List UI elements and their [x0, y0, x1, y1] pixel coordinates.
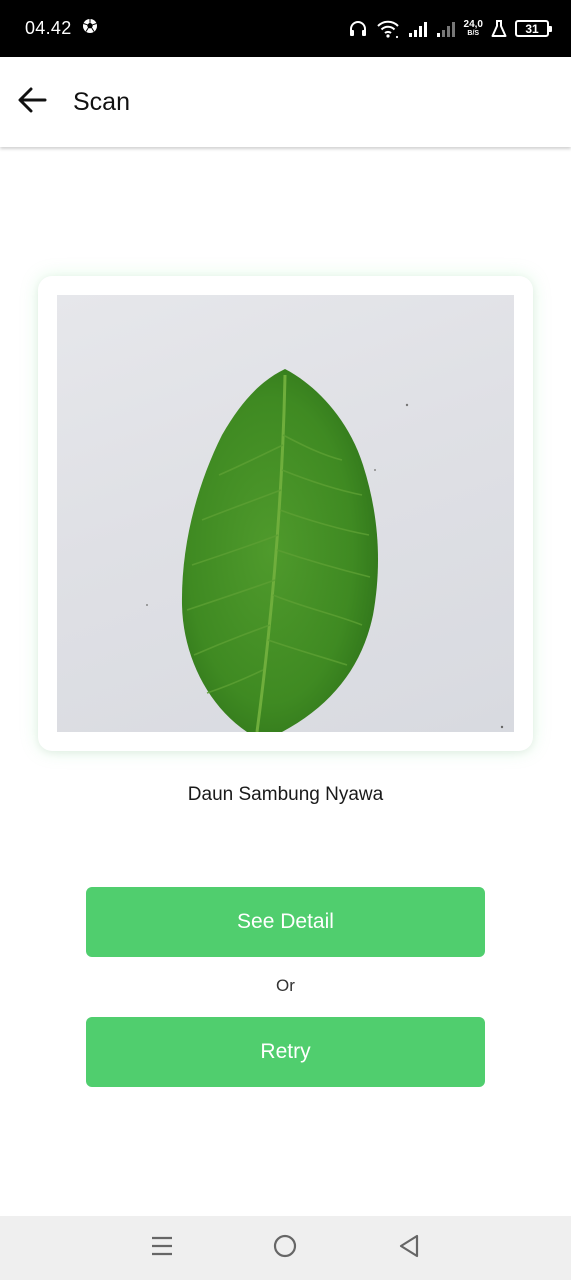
net-speed-unit: B/S — [467, 29, 480, 37]
leaf-photo — [57, 295, 514, 732]
home-button[interactable] — [255, 1216, 315, 1280]
or-label: Or — [276, 976, 295, 995]
system-back-button[interactable] — [379, 1216, 439, 1280]
menu-icon — [151, 1236, 173, 1261]
recent-apps-button[interactable] — [132, 1216, 192, 1280]
headphones-icon — [348, 19, 368, 39]
back-button[interactable] — [0, 57, 64, 147]
app-bar: Scan — [0, 57, 571, 147]
wifi-icon — [376, 19, 400, 39]
home-circle-icon — [273, 1234, 297, 1263]
net-speed: 24,0 B/S — [463, 18, 483, 38]
signal-icon — [408, 20, 428, 38]
battery-level: 31 — [525, 21, 539, 36]
soccer-ball-icon — [82, 18, 98, 39]
page-title: Scan — [73, 87, 130, 116]
net-speed-value: 24,0 — [463, 18, 483, 30]
plant-name-label: Daun Sambung Nyawa — [187, 784, 384, 805]
status-time: 04.42 — [25, 18, 72, 38]
battery-icon: 31 — [515, 20, 552, 37]
navigation-bar — [0, 1216, 571, 1280]
back-triangle-icon — [398, 1234, 420, 1263]
scan-image-card — [38, 276, 533, 751]
see-detail-button[interactable]: See Detail — [86, 887, 485, 957]
status-bar: 04.42 24,0 B/S 31 — [0, 0, 571, 57]
signal-weak-icon — [436, 20, 456, 38]
retry-button[interactable]: Retry — [86, 1017, 485, 1087]
arrow-left-icon — [17, 87, 47, 118]
flask-icon — [491, 19, 507, 38]
